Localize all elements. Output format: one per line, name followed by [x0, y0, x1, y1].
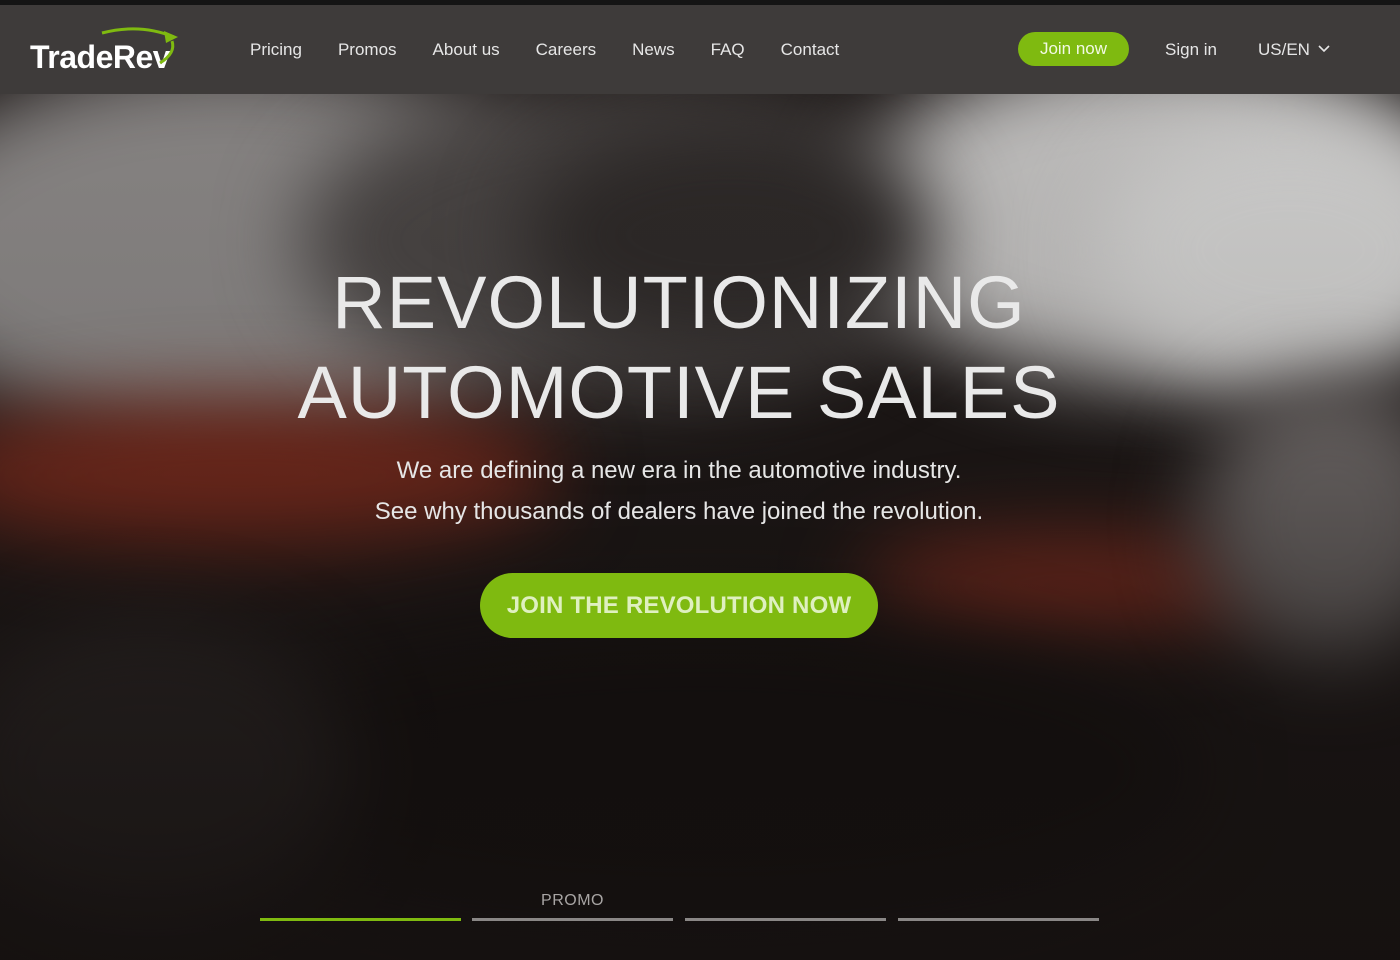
nav-link-about-us[interactable]: About us [415, 40, 518, 60]
nav-link-news[interactable]: News [614, 40, 693, 60]
nav-link-faq[interactable]: FAQ [693, 40, 763, 60]
slider-tab-indicator [472, 918, 673, 921]
slider-tab-promo[interactable]: PROMO [472, 885, 673, 921]
join-now-button[interactable]: Join now [1018, 32, 1129, 66]
chevron-down-icon [1318, 44, 1330, 52]
hero-title-line-2: AUTOMOTIVE SALES [297, 351, 1061, 434]
traderev-logo[interactable]: TradeRev [30, 27, 180, 77]
top-nav: TradeRev Pricing Promos About us Careers… [0, 5, 1400, 94]
locale-label: US/EN [1258, 39, 1310, 59]
hero-title: REVOLUTIONIZING AUTOMOTIVE SALES [0, 258, 1358, 438]
sign-in-link[interactable]: Sign in [1165, 5, 1217, 94]
locale-selector[interactable]: US/EN [1258, 5, 1330, 94]
main-nav-links: Pricing Promos About us Careers News FAQ… [240, 5, 857, 94]
slider-tab-4[interactable] [898, 885, 1099, 921]
sign-in-label: Sign in [1165, 39, 1217, 59]
slider-tab-1[interactable] [260, 885, 461, 921]
page: TradeRev Pricing Promos About us Careers… [0, 0, 1400, 960]
hero-slider-tabs: PROMO [260, 885, 1100, 925]
nav-link-promos[interactable]: Promos [320, 40, 415, 60]
slider-tab-3[interactable] [685, 885, 886, 921]
hero-title-line-1: REVOLUTIONIZING [332, 261, 1026, 344]
join-revolution-button[interactable]: JOIN THE REVOLUTION NOW [480, 573, 878, 638]
hero-subtitle-line-1: We are defining a new era in the automot… [396, 457, 962, 484]
nav-link-pricing[interactable]: Pricing [240, 40, 320, 60]
slider-tab-indicator [260, 918, 461, 921]
hero-subtitle-line-2: See why thousands of dealers have joined… [374, 498, 984, 525]
nav-link-careers[interactable]: Careers [518, 40, 614, 60]
logo-swoosh-icon [101, 27, 178, 65]
slider-tab-indicator [898, 918, 1099, 921]
slider-tab-indicator [685, 918, 886, 921]
nav-link-contact[interactable]: Contact [763, 40, 858, 60]
slider-tab-label: PROMO [541, 892, 604, 909]
hero-subtitle: We are defining a new era in the automot… [0, 450, 1358, 532]
